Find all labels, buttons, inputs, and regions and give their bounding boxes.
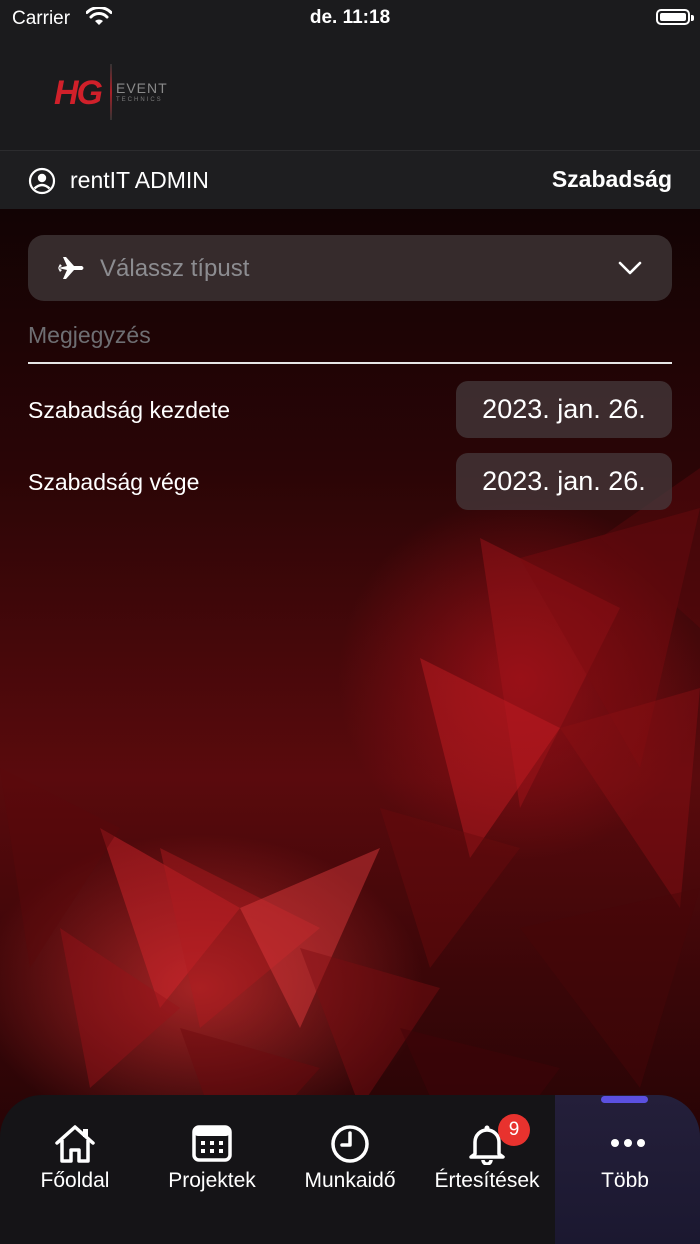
start-date-label: Szabadság kezdete (28, 397, 231, 423)
note-placeholder: Megjegyzés (28, 322, 151, 348)
calendar-icon (191, 1123, 233, 1168)
tab-bar: Főoldal Projektek Munkaidő Értesítések T… (0, 1095, 700, 1244)
logo-mark: HG (54, 74, 103, 112)
end-date-label: Szabadság vége (28, 469, 200, 495)
airplane-icon (56, 255, 86, 286)
app-header: HG EVENT TECHNICS (0, 36, 700, 150)
tab-label-more: Több (601, 1169, 649, 1192)
tab-more[interactable]: Több (555, 1095, 700, 1244)
tab-worktime[interactable]: Munkaidő (280, 1095, 420, 1244)
status-bar: Carrier de. 11:18 (0, 0, 700, 36)
note-field[interactable]: Megjegyzés (28, 318, 672, 364)
logo-event-text: EVENT (116, 80, 168, 96)
start-date-picker[interactable]: 2023. jan. 26. (456, 381, 672, 438)
home-icon (51, 1123, 99, 1170)
active-tab-indicator (601, 1096, 648, 1103)
notification-badge: 9 (498, 1114, 530, 1146)
company-logo: HG EVENT TECHNICS (54, 64, 174, 124)
logo-divider (110, 64, 112, 120)
chevron-down-icon (618, 260, 642, 281)
logo-tagline: TECHNICS (116, 97, 163, 103)
tab-label-notifications: Értesítések (434, 1169, 540, 1192)
user-circle-icon[interactable] (28, 167, 56, 200)
end-date-picker[interactable]: 2023. jan. 26. (456, 453, 672, 510)
leave-type-placeholder: Válassz típust (100, 255, 250, 282)
user-bar: rentIT ADMIN Szabadság (0, 150, 700, 209)
tab-home[interactable]: Főoldal (5, 1095, 145, 1244)
tab-notifications[interactable]: Értesítések (417, 1095, 557, 1244)
tab-label-home: Főoldal (40, 1169, 110, 1192)
clock-time: de. 11:18 (309, 7, 391, 28)
tab-label-projects: Projektek (168, 1169, 256, 1192)
page-title: Szabadság (551, 166, 672, 192)
clock-icon (329, 1123, 371, 1170)
tab-projects[interactable]: Projektek (142, 1095, 282, 1244)
user-name[interactable]: rentIT ADMIN (70, 167, 209, 194)
leave-type-select[interactable]: Válassz típust (28, 235, 672, 301)
battery-icon (656, 9, 694, 25)
tab-label-worktime: Munkaidő (304, 1169, 396, 1192)
more-icon (607, 1123, 649, 1168)
